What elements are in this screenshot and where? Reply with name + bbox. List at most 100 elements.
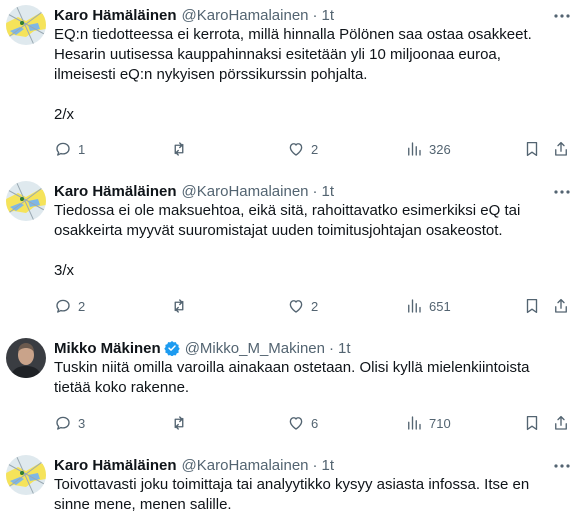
separator-dot: · xyxy=(312,6,318,24)
tweet[interactable]: Karo Hämäläinen @KaroHamalainen · 1t EQ:… xyxy=(0,5,580,165)
retweet-button[interactable] xyxy=(170,296,194,316)
reply-count: 1 xyxy=(78,141,86,157)
tweet-text-line: Toivottavasti joku toimittaja tai analyy… xyxy=(54,476,530,493)
bookmark-button[interactable] xyxy=(523,139,541,159)
tweet-text-line: Hesarin uutisessa kauppahinnaksi esitetä… xyxy=(54,46,501,63)
tweet-text-line: Tuskin niitä omilla varoilla ainakaan os… xyxy=(54,359,530,376)
views-chart-icon xyxy=(408,142,421,156)
more-dots-icon xyxy=(554,464,570,468)
views-chart-icon xyxy=(408,416,421,430)
tweet-text: Tuskin niitä omilla varoilla ainakaan os… xyxy=(54,358,559,398)
timestamp[interactable]: 1t xyxy=(338,340,351,357)
view-count: 651 xyxy=(429,298,451,314)
display-name[interactable]: Mikko Mäkinen xyxy=(54,340,161,357)
tweet-text-line: Tiedossa ei ole maksuehtoa, eikä sitä, r… xyxy=(54,202,521,219)
display-name[interactable]: Karo Hämäläinen xyxy=(54,457,177,474)
views-button[interactable]: 710 xyxy=(405,413,451,433)
person-avatar-icon xyxy=(6,338,46,378)
avatar[interactable] xyxy=(6,5,46,45)
share-button[interactable] xyxy=(552,296,570,316)
timestamp[interactable]: 1t xyxy=(322,457,335,474)
tweet-header: Karo Hämäläinen @KaroHamalainen · 1t xyxy=(54,181,334,201)
map-avatar-icon xyxy=(6,181,46,221)
tweet-header: Karo Hämäläinen @KaroHamalainen · 1t xyxy=(54,5,334,25)
share-icon xyxy=(555,415,567,430)
views-button[interactable]: 326 xyxy=(405,139,451,159)
avatar[interactable] xyxy=(6,338,46,378)
share-icon xyxy=(555,298,567,313)
reply-button[interactable]: 3 xyxy=(54,413,85,433)
like-count: 2 xyxy=(311,298,319,314)
action-bar: 3 6 710 xyxy=(54,413,580,433)
user-handle[interactable]: @KaroHamalainen xyxy=(182,183,309,200)
thread-counter: 2/x xyxy=(54,106,75,123)
action-bar: 2 2 651 xyxy=(54,296,580,316)
heart-icon xyxy=(289,417,303,430)
reply-count: 2 xyxy=(78,298,86,314)
share-button[interactable] xyxy=(552,413,570,433)
tweet-header: Mikko Mäkinen @Mikko_M_Makinen · 1t xyxy=(54,338,351,358)
timestamp[interactable]: 1t xyxy=(322,7,335,24)
separator-dot: · xyxy=(312,182,318,200)
share-button[interactable] xyxy=(552,139,570,159)
tweet-text-line: EQ:n tiedotteessa ei kerrota, millä hinn… xyxy=(54,26,532,43)
verified-badge-icon xyxy=(163,340,180,357)
like-button[interactable]: 6 xyxy=(287,413,318,433)
reply-icon xyxy=(56,142,70,156)
more-dots-icon xyxy=(554,190,570,194)
retweet-icon xyxy=(174,142,184,156)
reply-icon xyxy=(56,299,70,313)
share-icon xyxy=(555,141,567,156)
tweet-text-line: sinne mene, menen salille. xyxy=(54,496,232,513)
views-button[interactable]: 651 xyxy=(405,296,451,316)
retweet-button[interactable] xyxy=(170,139,194,159)
bookmark-icon xyxy=(526,415,538,431)
like-count: 6 xyxy=(311,415,319,431)
avatar[interactable] xyxy=(6,455,46,495)
more-options-button[interactable] xyxy=(553,459,571,473)
view-count: 326 xyxy=(429,141,451,157)
tweet-text: Toivottavasti joku toimittaja tai analyy… xyxy=(54,475,559,515)
view-count: 710 xyxy=(429,415,451,431)
timestamp[interactable]: 1t xyxy=(322,183,335,200)
tweet-text-line: ilmeisesti eQ:n nykyisen pörssikurssin p… xyxy=(54,66,368,83)
views-chart-icon xyxy=(408,299,421,313)
tweet[interactable]: Karo Hämäläinen @KaroHamalainen · 1t Toi… xyxy=(0,455,580,524)
heart-icon xyxy=(289,143,303,156)
reply-button[interactable]: 1 xyxy=(54,139,85,159)
bookmark-icon xyxy=(526,141,538,157)
map-avatar-icon xyxy=(6,455,46,495)
like-button[interactable]: 2 xyxy=(287,139,318,159)
display-name[interactable]: Karo Hämäläinen xyxy=(54,183,177,200)
user-handle[interactable]: @KaroHamalainen xyxy=(182,7,309,24)
action-bar: 1 2 326 xyxy=(54,139,580,159)
reply-button[interactable]: 2 xyxy=(54,296,85,316)
more-options-button[interactable] xyxy=(553,185,571,199)
more-dots-icon xyxy=(554,14,570,18)
tweet[interactable]: Karo Hämäläinen @KaroHamalainen · 1t Tie… xyxy=(0,181,580,321)
separator-dot: · xyxy=(312,456,318,474)
reply-icon xyxy=(56,416,70,430)
like-count: 2 xyxy=(311,141,319,157)
display-name[interactable]: Karo Hämäläinen xyxy=(54,7,177,24)
avatar[interactable] xyxy=(6,181,46,221)
more-options-button[interactable] xyxy=(553,9,571,23)
tweet-text-line: tietää koko rakenne. xyxy=(54,379,190,396)
bookmark-icon xyxy=(526,298,538,314)
retweet-icon xyxy=(174,416,184,430)
bookmark-button[interactable] xyxy=(523,413,541,433)
like-button[interactable]: 2 xyxy=(287,296,318,316)
user-handle[interactable]: @KaroHamalainen xyxy=(182,457,309,474)
user-handle[interactable]: @Mikko_M_Makinen xyxy=(185,340,325,357)
tweet-text-line: osakkeirta myyvät suuromistajat uuden to… xyxy=(54,222,503,239)
tweet[interactable]: Mikko Mäkinen @Mikko_M_Makinen · 1t Tusk… xyxy=(0,338,580,438)
retweet-icon xyxy=(174,299,184,313)
separator-dot: · xyxy=(328,339,334,357)
tweet-text: Tiedossa ei ole maksuehtoa, eikä sitä, r… xyxy=(54,201,559,281)
bookmark-button[interactable] xyxy=(523,296,541,316)
tweet-header: Karo Hämäläinen @KaroHamalainen · 1t xyxy=(54,455,334,475)
heart-icon xyxy=(289,300,303,313)
retweet-button[interactable] xyxy=(170,413,194,433)
tweet-text: EQ:n tiedotteessa ei kerrota, millä hinn… xyxy=(54,25,559,125)
map-avatar-icon xyxy=(6,5,46,45)
